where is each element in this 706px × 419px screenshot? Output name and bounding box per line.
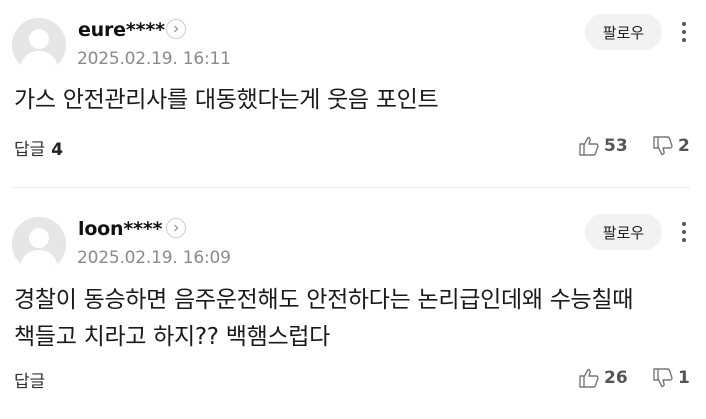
like-button[interactable]: 26	[578, 367, 628, 389]
avatar[interactable]	[12, 217, 66, 271]
comment-text: 가스 안전관리사를 대동했다는게 웃음 포인트	[14, 87, 439, 113]
like-count: 26	[604, 368, 628, 388]
dislike-button[interactable]: 1	[652, 367, 690, 389]
comment-text: 경찰이 동승하면 음주운전해도 안전하다는 논리급인데왜 수능칠때 책들고 치라…	[14, 287, 634, 350]
reply-button[interactable]: 답글	[14, 367, 45, 392]
timestamp: 2025.02.19. 16:11	[77, 49, 231, 69]
divider	[12, 187, 690, 188]
username[interactable]: loon****	[78, 218, 162, 240]
reply-label: 답글	[14, 372, 46, 392]
avatar[interactable]	[12, 18, 66, 72]
timestamp: 2025.02.19. 16:09	[77, 248, 231, 268]
thumbs-down-icon	[653, 368, 673, 388]
like-count: 53	[604, 136, 628, 156]
dislike-count: 2	[678, 136, 690, 156]
default-avatar-icon	[12, 217, 66, 271]
comment-item: eure**** 2025.02.19. 16:11 팔로우 가스 안전관리사를…	[0, 0, 706, 188]
follow-button[interactable]: 팔로우	[585, 214, 662, 250]
comment-item: loon**** 2025.02.19. 16:09 팔로우 경찰이 동승하면 …	[0, 189, 706, 419]
thumbs-up-icon	[579, 368, 599, 388]
default-avatar-icon	[12, 18, 66, 72]
chevron-right-icon[interactable]	[166, 19, 186, 39]
follow-button[interactable]: 팔로우	[585, 14, 662, 50]
reply-count: 4	[51, 140, 64, 160]
more-vertical-icon[interactable]	[674, 217, 694, 247]
dislike-button[interactable]: 2	[652, 135, 690, 157]
reply-label: 답글	[14, 140, 46, 160]
reply-button[interactable]: 답글 4	[14, 135, 63, 160]
username[interactable]: eure****	[78, 19, 165, 41]
more-vertical-icon[interactable]	[674, 17, 694, 47]
like-button[interactable]: 53	[578, 135, 628, 157]
thumbs-up-icon	[579, 136, 599, 156]
thumbs-down-icon	[653, 136, 673, 156]
dislike-count: 1	[678, 368, 690, 388]
chevron-right-icon[interactable]	[166, 218, 186, 238]
